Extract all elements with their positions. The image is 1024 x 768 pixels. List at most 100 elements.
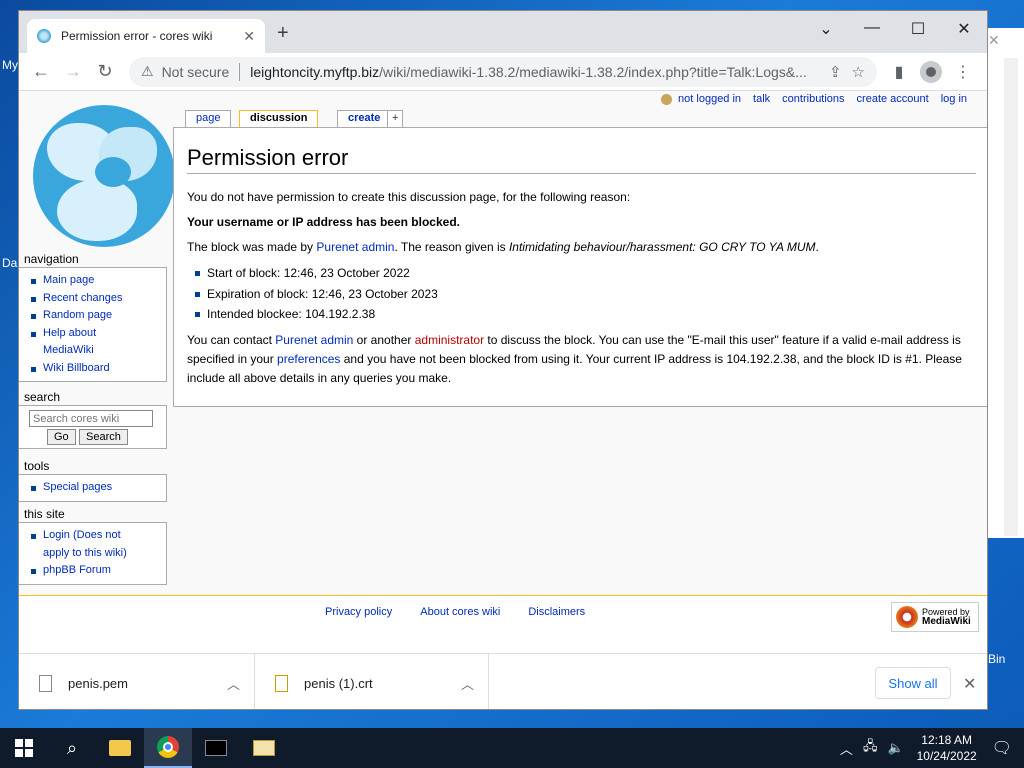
scrollbar[interactable] bbox=[1004, 58, 1018, 536]
show-all-button[interactable]: Show all bbox=[875, 667, 951, 699]
nav-recent-changes[interactable]: Recent changes bbox=[25, 290, 166, 308]
url-host: leightoncity.myftp.biz bbox=[250, 63, 380, 80]
about-link[interactable]: About cores wiki bbox=[420, 606, 500, 618]
site-login-l2[interactable]: apply to this wiki) bbox=[43, 545, 166, 563]
site-login-l1[interactable]: Login (Does not bbox=[43, 527, 166, 545]
download-filename: penis.pem bbox=[68, 675, 128, 691]
profile-avatar[interactable] bbox=[920, 60, 942, 83]
chevron-up-icon[interactable]: ︿ bbox=[840, 739, 853, 758]
nav-help[interactable]: Help about MediaWiki bbox=[25, 325, 166, 360]
list-item: Intended blockee: 104.192.2.38 bbox=[195, 304, 976, 325]
page-viewport: navigation Main page Recent changes Rand… bbox=[19, 91, 987, 653]
purenet-admin-link[interactable]: Purenet admin bbox=[316, 240, 394, 254]
tab-title: Permission error - cores wiki bbox=[61, 29, 213, 43]
contact-text: You can contact Purenet admin or another… bbox=[187, 331, 976, 388]
text: . bbox=[815, 240, 819, 254]
bookmark-star-icon[interactable]: ☆ bbox=[852, 63, 865, 81]
purenet-admin-link[interactable]: Purenet admin bbox=[275, 333, 353, 347]
minimize-button[interactable]: — bbox=[849, 19, 895, 37]
share-icon[interactable]: ⇪ bbox=[829, 63, 842, 81]
contributions-link[interactable]: contributions bbox=[782, 93, 844, 105]
file-explorer-icon[interactable] bbox=[96, 728, 144, 768]
chevron-up-icon[interactable]: ︿ bbox=[227, 674, 240, 693]
powered-by-mediawiki-badge[interactable]: Powered by MediaWiki bbox=[891, 602, 979, 632]
search-button[interactable]: Search bbox=[79, 429, 128, 445]
clock-time: 12:18 AM bbox=[921, 733, 972, 747]
desktop-label[interactable]: Bin bbox=[988, 652, 1005, 666]
wiki-logo[interactable] bbox=[33, 105, 175, 247]
not-secure-label[interactable]: Not secure bbox=[162, 64, 230, 80]
privacy-policy-link[interactable]: Privacy policy bbox=[325, 606, 392, 618]
warning-icon[interactable]: ⚠ bbox=[141, 63, 154, 80]
nav-help-l2[interactable]: MediaWiki bbox=[43, 342, 166, 360]
close-icon[interactable]: ✕ bbox=[988, 32, 1000, 49]
volume-icon[interactable]: 🔈 bbox=[887, 740, 903, 756]
chevron-up-icon[interactable]: ︿ bbox=[461, 674, 474, 693]
tab-strip: Permission error - cores wiki ✕ + ⌄ — ☐ … bbox=[19, 11, 987, 53]
search-input[interactable] bbox=[29, 410, 153, 427]
chrome-icon[interactable] bbox=[144, 728, 192, 768]
administrator-link[interactable]: administrator bbox=[415, 333, 484, 347]
block-details-list: Start of block: 12:46, 23 October 2022 E… bbox=[195, 263, 976, 325]
site-phpbb-forum[interactable]: phpBB Forum bbox=[25, 562, 166, 580]
tab-create[interactable]: create bbox=[337, 110, 392, 128]
download-item[interactable]: penis (1).crt ︿ bbox=[255, 654, 489, 709]
personal-tools: not logged in talk contributions create … bbox=[661, 93, 967, 105]
windows-logo-icon bbox=[15, 739, 33, 757]
log-in-link[interactable]: log in bbox=[941, 93, 967, 105]
search-portlet: search Go Search bbox=[19, 389, 167, 449]
terminal-icon[interactable] bbox=[192, 728, 240, 768]
tab-page[interactable]: page bbox=[185, 110, 232, 128]
nav-wiki-billboard[interactable]: Wiki Billboard bbox=[25, 360, 166, 378]
text: or another bbox=[353, 332, 415, 347]
mediawiki-logo-icon bbox=[896, 606, 918, 628]
tools-special-pages[interactable]: Special pages bbox=[25, 479, 166, 497]
main-content: Permission error You do not have permiss… bbox=[173, 127, 987, 407]
text: You can contact bbox=[187, 332, 276, 347]
tools-portlet: tools Special pages bbox=[19, 458, 167, 502]
forward-button[interactable]: → bbox=[59, 58, 87, 86]
certificate-manager-icon[interactable] bbox=[240, 728, 288, 768]
list-item: Start of block: 12:46, 23 October 2022 bbox=[195, 263, 976, 284]
notifications-icon[interactable]: 🗨 bbox=[992, 738, 1012, 758]
user-icon bbox=[661, 93, 673, 105]
site-login[interactable]: Login (Does not apply to this wiki) bbox=[25, 527, 166, 562]
address-bar[interactable]: ⚠ Not secure leightoncity.myftp.biz /wik… bbox=[129, 56, 877, 87]
nav-main-page[interactable]: Main page bbox=[25, 272, 166, 290]
system-tray: ︿ 🖧 🔈 12:18 AM 10/24/2022 🗨 bbox=[835, 728, 1024, 768]
nav-random-page[interactable]: Random page bbox=[25, 307, 166, 325]
close-window-button[interactable]: ✕ bbox=[941, 19, 987, 39]
portlet-heading: tools bbox=[24, 459, 50, 473]
browser-tab[interactable]: Permission error - cores wiki ✕ bbox=[27, 19, 265, 53]
error-text: You do not have permission to create thi… bbox=[187, 190, 631, 204]
new-tab-button[interactable]: + bbox=[277, 23, 289, 43]
tab-add-section[interactable]: + bbox=[387, 110, 404, 128]
close-download-bar-icon[interactable]: ✕ bbox=[963, 674, 976, 694]
disclaimers-link[interactable]: Disclaimers bbox=[528, 606, 585, 618]
text: The block was made by bbox=[187, 240, 317, 254]
clock-date: 10/24/2022 bbox=[916, 749, 977, 763]
search-icon[interactable]: ⌕ bbox=[48, 728, 96, 768]
menu-kebab-icon[interactable]: ⋮ bbox=[947, 62, 979, 82]
download-item[interactable]: penis.pem ︿ bbox=[19, 654, 255, 709]
desktop-label[interactable]: Da bbox=[2, 256, 17, 270]
clock[interactable]: 12:18 AM 10/24/2022 bbox=[917, 732, 977, 764]
back-button[interactable]: ← bbox=[27, 58, 55, 86]
start-button[interactable] bbox=[0, 728, 48, 768]
tab-search-icon[interactable]: ⌄ bbox=[803, 19, 849, 39]
download-bar: penis.pem ︿ penis (1).crt ︿ Show all ✕ bbox=[19, 653, 987, 709]
nav-help-l1[interactable]: Help about bbox=[43, 325, 166, 343]
maximize-button[interactable]: ☐ bbox=[895, 19, 941, 39]
close-tab-icon[interactable]: ✕ bbox=[243, 28, 255, 45]
url-path: /wiki/mediawiki-1.38.2/mediawiki-1.38.2/… bbox=[379, 63, 807, 80]
reload-button[interactable]: ↻ bbox=[91, 58, 119, 86]
desktop-label[interactable]: My bbox=[2, 58, 18, 72]
side-panel-icon[interactable]: ▮ bbox=[883, 62, 915, 82]
certificate-file-icon bbox=[275, 674, 288, 692]
talk-link[interactable]: talk bbox=[753, 93, 770, 105]
download-filename: penis (1).crt bbox=[304, 675, 373, 691]
preferences-link[interactable]: preferences bbox=[277, 352, 340, 366]
network-icon[interactable]: 🖧 bbox=[863, 737, 878, 759]
create-account-link[interactable]: create account bbox=[857, 93, 929, 105]
go-button[interactable]: Go bbox=[47, 429, 76, 445]
